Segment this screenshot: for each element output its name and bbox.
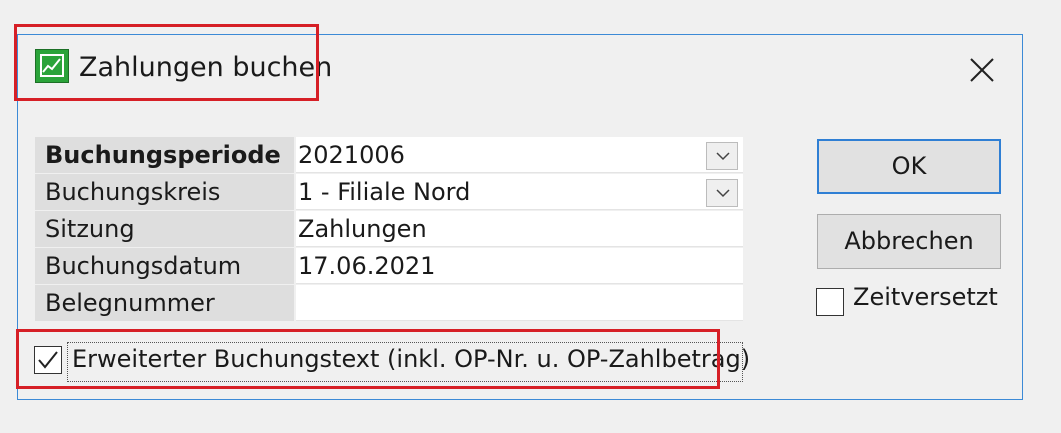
sitzung-field[interactable]: Zahlungen <box>296 211 743 247</box>
buchungsdatum-field[interactable]: 17.06.2021 <box>296 248 743 284</box>
chevron-down-icon[interactable] <box>706 142 738 170</box>
field-row: Belegnummer <box>35 285 743 322</box>
field-label: Buchungsperiode <box>35 137 294 173</box>
zeitversetzt-checkbox[interactable] <box>816 288 844 316</box>
field-label: Sitzung <box>35 211 294 247</box>
ok-button[interactable]: OK <box>817 139 1001 194</box>
field-label: Buchungsdatum <box>35 248 294 284</box>
zeitversetzt-label: Zeitversetzt <box>853 283 998 311</box>
title-highlight <box>14 24 319 101</box>
field-row: Buchungskreis 1 - Filiale Nord <box>35 174 743 211</box>
belegnummer-field[interactable] <box>296 285 743 321</box>
close-icon[interactable] <box>967 55 997 85</box>
field-value: Zahlungen <box>298 215 427 243</box>
field-label: Belegnummer <box>35 285 294 321</box>
cancel-button[interactable]: Abbrechen <box>817 214 1001 269</box>
field-label: Buchungskreis <box>35 174 294 210</box>
field-grid: Buchungsperiode 2021006 Buchungskreis 1 … <box>35 137 743 322</box>
field-value: 1 - Filiale Nord <box>298 178 471 206</box>
field-value: 17.06.2021 <box>298 252 436 280</box>
buchungsperiode-select[interactable]: 2021006 <box>296 137 743 173</box>
chevron-down-icon[interactable] <box>706 179 738 207</box>
field-value: 2021006 <box>298 141 405 169</box>
field-row: Sitzung Zahlungen <box>35 211 743 248</box>
field-row: Buchungsdatum 17.06.2021 <box>35 248 743 285</box>
buchungskreis-select[interactable]: 1 - Filiale Nord <box>296 174 743 210</box>
field-row: Buchungsperiode 2021006 <box>35 137 743 174</box>
checkbox-highlight <box>16 329 720 389</box>
